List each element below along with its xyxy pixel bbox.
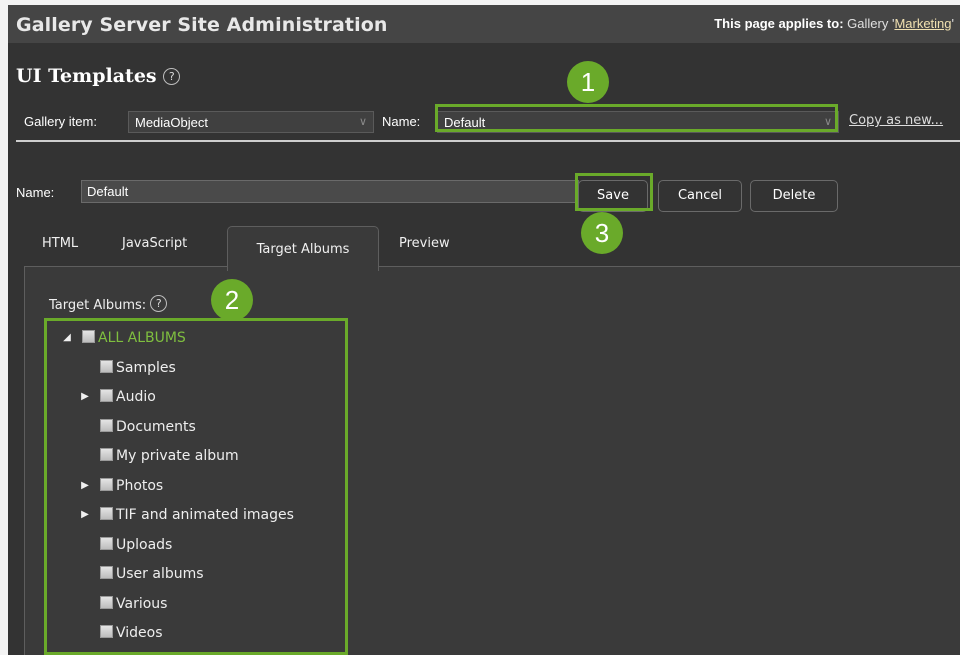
tree-node-videos[interactable]: Videos bbox=[100, 624, 163, 642]
tree-node-label: Samples bbox=[116, 360, 176, 376]
tree-node-label: Documents bbox=[116, 419, 196, 435]
tree-node-label: Videos bbox=[116, 625, 163, 641]
checkbox[interactable] bbox=[100, 566, 113, 579]
tree-node-label: TIF and animated images bbox=[116, 507, 294, 523]
callout-badge-2: 2 bbox=[211, 279, 253, 321]
tree-node-user-albums[interactable]: User albums bbox=[100, 565, 204, 583]
delete-button[interactable]: Delete bbox=[750, 180, 838, 212]
checkbox[interactable] bbox=[100, 478, 113, 491]
tab-target-albums[interactable]: Target Albums bbox=[227, 226, 379, 271]
tree-node-all-albums[interactable]: ◢ ALL ALBUMS bbox=[63, 329, 186, 347]
gallery-item-label: Gallery item: bbox=[24, 114, 97, 129]
checkbox[interactable] bbox=[100, 537, 113, 550]
tree-node-label: Audio bbox=[116, 389, 156, 405]
tree-node-label: Uploads bbox=[116, 537, 173, 553]
template-name-select-value: Default bbox=[444, 115, 486, 130]
expand-arrow-icon[interactable]: ▶ bbox=[80, 477, 90, 495]
target-albums-label: Target Albums: ? bbox=[49, 295, 168, 313]
checkbox[interactable] bbox=[100, 448, 113, 461]
checkbox[interactable] bbox=[100, 507, 113, 520]
applies-to-notice: This page applies to: Gallery 'Marketing… bbox=[714, 16, 954, 31]
help-icon[interactable]: ? bbox=[150, 295, 168, 312]
tree-node-various[interactable]: Various bbox=[100, 595, 167, 613]
tree-node-label: Photos bbox=[116, 478, 164, 494]
site-header: Gallery Server Site Administration This … bbox=[8, 5, 960, 43]
applies-to-prefix: This page applies to: bbox=[714, 16, 844, 31]
tree-node-label: User albums bbox=[116, 566, 204, 582]
tree-node-photos[interactable]: ▶ Photos bbox=[81, 477, 164, 495]
template-selector-row: Gallery item: MediaObject ∨ Name: Defaul… bbox=[8, 105, 960, 141]
tree-node-label: ALL ALBUMS bbox=[98, 330, 186, 346]
gallery-item-select-value: MediaObject bbox=[135, 115, 208, 130]
target-albums-panel: Target Albums: ? ◢ ALL ALBUMS Samples ▶ … bbox=[24, 266, 960, 655]
gallery-link[interactable]: Marketing bbox=[894, 16, 951, 31]
gallery-item-select[interactable]: MediaObject ∨ bbox=[128, 111, 374, 133]
checkbox[interactable] bbox=[82, 330, 95, 343]
tree-node-samples[interactable]: Samples bbox=[100, 359, 176, 377]
help-icon[interactable]: ? bbox=[163, 68, 181, 85]
divider bbox=[16, 140, 960, 142]
expand-arrow-icon[interactable]: ▶ bbox=[80, 506, 90, 524]
tree-node-tif-animated[interactable]: ▶ TIF and animated images bbox=[81, 506, 294, 524]
admin-frame: Gallery Server Site Administration This … bbox=[8, 5, 960, 655]
checkbox[interactable] bbox=[100, 625, 113, 638]
applies-to-suffix: ' bbox=[951, 16, 954, 31]
page-title-text: UI Templates bbox=[16, 65, 157, 87]
template-name-select[interactable]: Default ∨ bbox=[437, 111, 839, 133]
applies-to-middle: Gallery ' bbox=[847, 16, 895, 31]
page-title: UI Templates ? bbox=[16, 65, 181, 87]
checkbox[interactable] bbox=[100, 419, 113, 432]
tree-node-uploads[interactable]: Uploads bbox=[100, 536, 172, 554]
tree-node-my-private-album[interactable]: My private album bbox=[100, 447, 239, 465]
template-name-input[interactable]: Default bbox=[81, 180, 579, 203]
cancel-button[interactable]: Cancel bbox=[658, 180, 742, 212]
template-name-label: Name: bbox=[382, 114, 421, 129]
tree-node-label: Various bbox=[116, 596, 168, 612]
copy-as-new-link[interactable]: Copy as new... bbox=[849, 113, 943, 128]
tree-node-audio[interactable]: ▶ Audio bbox=[81, 388, 156, 406]
tab-html[interactable]: HTML bbox=[42, 236, 78, 251]
save-button[interactable]: Save bbox=[578, 180, 648, 212]
chevron-down-icon: ∨ bbox=[823, 116, 832, 128]
checkbox[interactable] bbox=[100, 389, 113, 402]
tab-preview[interactable]: Preview bbox=[399, 236, 450, 251]
tab-javascript[interactable]: JavaScript bbox=[122, 236, 187, 251]
tree-node-documents[interactable]: Documents bbox=[100, 418, 196, 436]
tree-node-label: My private album bbox=[116, 448, 239, 464]
collapse-arrow-icon[interactable]: ◢ bbox=[62, 329, 72, 347]
site-title: Gallery Server Site Administration bbox=[16, 14, 388, 36]
chevron-down-icon: ∨ bbox=[358, 116, 367, 128]
expand-arrow-icon[interactable]: ▶ bbox=[80, 388, 90, 406]
callout-badge-3: 3 bbox=[581, 212, 623, 254]
name-field-label: Name: bbox=[16, 185, 55, 200]
checkbox[interactable] bbox=[100, 596, 113, 609]
callout-badge-1: 1 bbox=[567, 61, 609, 103]
target-albums-label-text: Target Albums: bbox=[49, 298, 147, 313]
checkbox[interactable] bbox=[100, 360, 113, 373]
